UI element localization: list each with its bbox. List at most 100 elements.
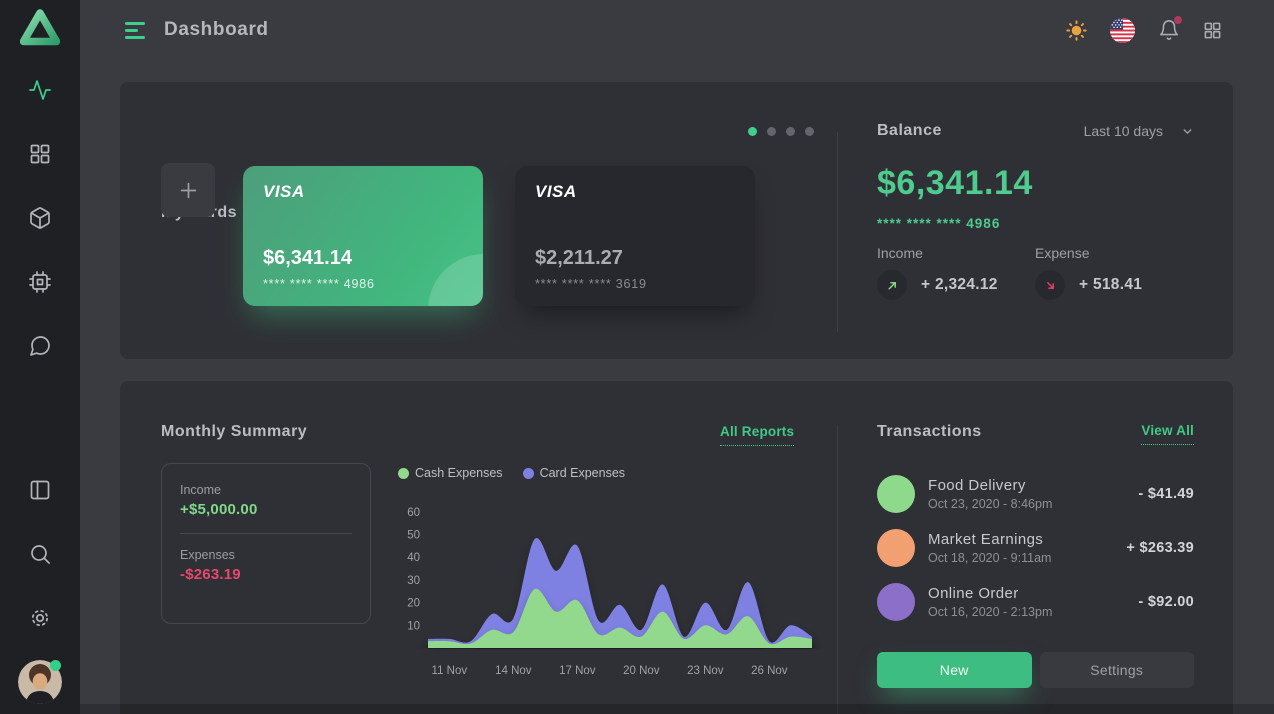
theme-toggle-sun-icon[interactable] xyxy=(1066,20,1087,41)
activity-icon xyxy=(28,78,52,102)
panel-divider xyxy=(837,132,838,332)
notification-dot xyxy=(1174,16,1182,24)
plus-icon xyxy=(180,182,197,199)
svg-text:14 Nov: 14 Nov xyxy=(495,665,532,677)
bottom-edge-shade xyxy=(80,704,1274,714)
grid-icon xyxy=(28,142,52,166)
card-amount: $6,341.14 xyxy=(263,247,352,270)
card-amount: $2,211.27 xyxy=(535,247,623,270)
transaction-amount: - $92.00 xyxy=(1138,594,1194,610)
sidebar-item-devices[interactable] xyxy=(28,270,52,294)
layout-icon xyxy=(28,478,52,502)
svg-text:10: 10 xyxy=(407,620,420,632)
visa-logo: VISA xyxy=(263,182,463,202)
sidebar-item-activity[interactable] xyxy=(28,78,52,102)
transaction-amount: - $41.49 xyxy=(1138,486,1194,502)
expense-stat: Expense + 518.41 xyxy=(1035,245,1142,300)
summary-expenses-value: -$263.19 xyxy=(180,566,352,583)
summary-income-label: Income xyxy=(180,483,352,497)
period-dropdown[interactable]: Last 10 days xyxy=(1084,123,1194,139)
svg-text:11 Nov: 11 Nov xyxy=(432,665,468,677)
sidebar-item-layout[interactable] xyxy=(28,478,52,502)
svg-text:20: 20 xyxy=(407,598,420,610)
box-icon xyxy=(28,206,52,230)
cards-balance-panel: My Cards VISA $6,341.14 **** **** **** 4… xyxy=(120,82,1233,359)
add-card-button[interactable] xyxy=(161,163,215,217)
top-header: Dashboard xyxy=(80,0,1274,60)
summary-transactions-panel: Monthly Summary All Reports Income +$5,0… xyxy=(120,381,1233,714)
card-number: **** **** **** 3619 xyxy=(535,277,647,291)
transaction-date: Oct 23, 2020 - 8:46pm xyxy=(928,497,1052,511)
balance-card-number: **** **** **** 4986 xyxy=(877,216,1000,231)
apps-grid-icon[interactable] xyxy=(1203,21,1222,40)
credit-card-secondary[interactable]: VISA $2,211.27 **** **** **** 3619 xyxy=(515,166,755,306)
transactions-list: Food Delivery Oct 23, 2020 - 8:46pm - $4… xyxy=(877,475,1194,637)
legend-dot-icon xyxy=(398,468,409,479)
online-status-dot xyxy=(50,660,61,671)
legend-item: Cash Expenses xyxy=(398,466,503,480)
svg-text:26 Nov: 26 Nov xyxy=(751,665,788,677)
carousel-dot[interactable] xyxy=(748,127,757,136)
transaction-name: Food Delivery xyxy=(928,477,1052,494)
sidebar-item-settings[interactable] xyxy=(28,606,52,630)
transaction-row[interactable]: Food Delivery Oct 23, 2020 - 8:46pm - $4… xyxy=(877,475,1194,513)
transaction-row[interactable]: Market Earnings Oct 18, 2020 - 9:11am + … xyxy=(877,529,1194,567)
menu-toggle-icon[interactable] xyxy=(125,22,147,39)
expense-arrow-icon xyxy=(1035,270,1065,300)
card-number: **** **** **** 4986 xyxy=(263,277,375,291)
carousel-dot[interactable] xyxy=(786,127,795,136)
income-arrow-icon xyxy=(877,270,907,300)
sidebar xyxy=(0,0,80,714)
card-carousel-dots xyxy=(748,127,814,136)
svg-text:20 Nov: 20 Nov xyxy=(623,665,660,677)
summary-expenses-label: Expenses xyxy=(180,548,352,562)
language-us-flag-icon[interactable] xyxy=(1110,18,1135,43)
new-button[interactable]: New xyxy=(877,652,1032,688)
legend-item: Card Expenses xyxy=(523,466,625,480)
app-logo-icon[interactable] xyxy=(20,8,60,48)
svg-text:60: 60 xyxy=(407,507,420,519)
sidebar-item-messages[interactable] xyxy=(28,334,52,358)
income-value: + 2,324.12 xyxy=(921,276,998,294)
settings-button[interactable]: Settings xyxy=(1040,652,1195,688)
monthly-summary-title: Monthly Summary xyxy=(161,423,307,441)
sidebar-item-products[interactable] xyxy=(28,206,52,230)
transaction-date: Oct 18, 2020 - 9:11am xyxy=(928,551,1051,565)
transaction-name: Online Order xyxy=(928,585,1052,602)
transactions-title: Transactions xyxy=(877,423,982,441)
svg-text:50: 50 xyxy=(407,530,420,542)
svg-text:30: 30 xyxy=(407,575,420,587)
balance-amount: $6,341.14 xyxy=(877,164,1033,203)
transaction-avatar xyxy=(877,475,915,513)
user-avatar[interactable] xyxy=(18,660,62,704)
page-title: Dashboard xyxy=(164,19,269,41)
expense-label: Expense xyxy=(1035,245,1142,261)
area-chart: 10203040506011 Nov14 Nov17 Nov20 Nov23 N… xyxy=(398,486,824,686)
svg-text:40: 40 xyxy=(407,552,420,564)
income-stat: Income + 2,324.12 xyxy=(877,245,998,300)
transaction-amount: + $263.39 xyxy=(1126,540,1194,556)
svg-text:17 Nov: 17 Nov xyxy=(559,665,596,677)
credit-card-primary[interactable]: VISA $6,341.14 **** **** **** 4986 xyxy=(243,166,483,306)
all-reports-link[interactable]: All Reports xyxy=(720,424,794,446)
visa-logo: VISA xyxy=(535,182,735,202)
balance-title: Balance xyxy=(877,122,942,140)
summary-box: Income +$5,000.00 Expenses -$263.19 xyxy=(161,463,371,624)
notifications-bell-icon[interactable] xyxy=(1158,19,1180,41)
chevron-down-icon xyxy=(1181,125,1194,138)
sidebar-item-search[interactable] xyxy=(28,542,52,566)
chat-icon xyxy=(28,334,52,358)
chart-legend: Cash Expenses Card Expenses xyxy=(398,466,828,480)
panel-divider xyxy=(837,425,838,714)
gear-icon xyxy=(28,606,52,630)
search-icon xyxy=(28,542,52,566)
carousel-dot[interactable] xyxy=(805,127,814,136)
sidebar-item-dashboard[interactable] xyxy=(28,142,52,166)
carousel-dot[interactable] xyxy=(767,127,776,136)
transaction-row[interactable]: Online Order Oct 16, 2020 - 2:13pm - $92… xyxy=(877,583,1194,621)
summary-income-value: +$5,000.00 xyxy=(180,501,352,518)
transaction-avatar xyxy=(877,583,915,621)
income-label: Income xyxy=(877,245,998,261)
view-all-link[interactable]: View All xyxy=(1141,423,1194,445)
expenses-chart: Cash Expenses Card Expenses 10 20 30 40 50 60 1… xyxy=(398,466,828,686)
